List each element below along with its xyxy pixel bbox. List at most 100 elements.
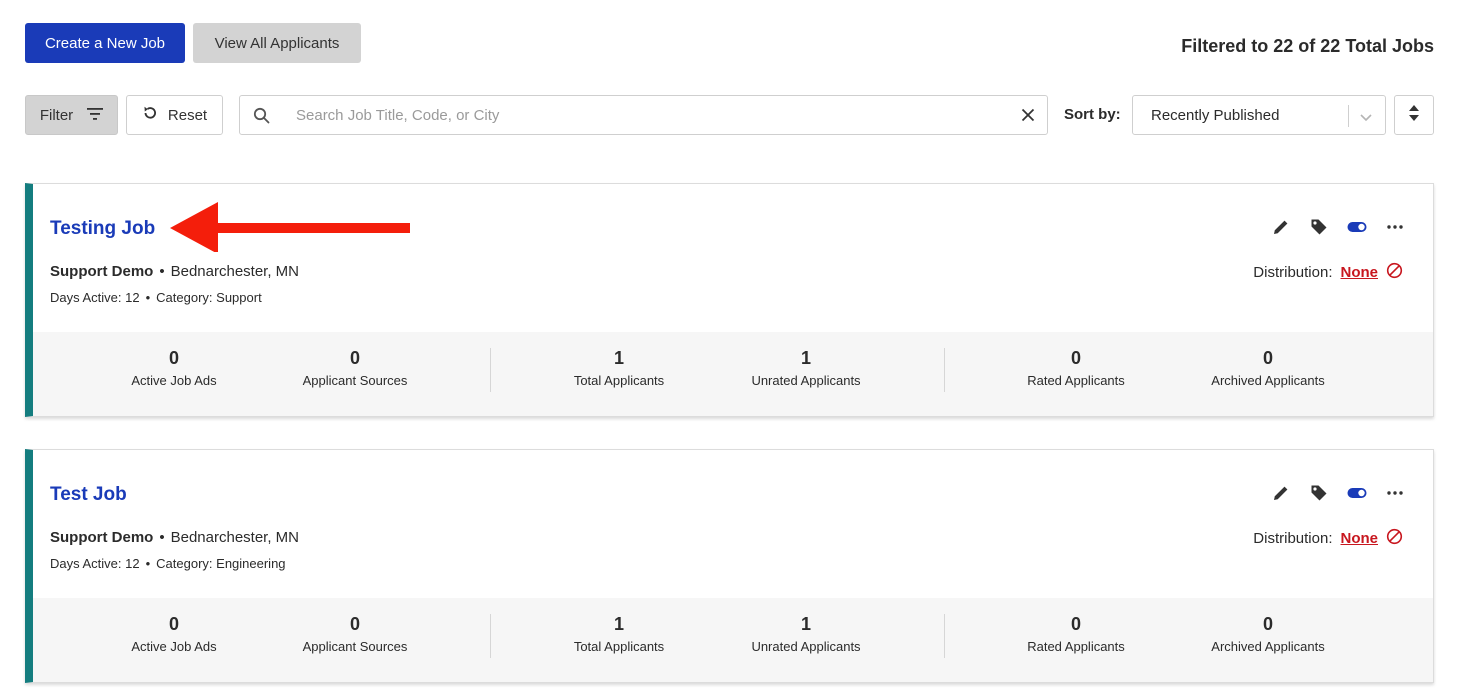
- job-stats-bar: 0 Active Job Ads 0 Applicant Sources 1 Tota…: [33, 332, 1433, 416]
- sort-by-label: Sort by:: [1064, 106, 1121, 123]
- stat-applicant-sources[interactable]: 0 Applicant Sources: [303, 614, 408, 654]
- reset-button[interactable]: Reset: [126, 95, 223, 135]
- stat-active-job-ads[interactable]: 0 Active Job Ads: [131, 614, 216, 654]
- stat-label: Applicant Sources: [302, 373, 408, 388]
- total-jobs-count: Filtered to 22 of 22 Total Jobs: [1181, 36, 1434, 56]
- job-category: Category: Support: [156, 290, 262, 305]
- job-category: Category: Engineering: [156, 556, 286, 571]
- stat-label: Applicant Sources: [302, 639, 408, 654]
- stat-label: Total Applicants: [573, 639, 665, 654]
- distribution-status: Distribution: None: [1253, 262, 1403, 283]
- stat-value: 0: [349, 348, 360, 368]
- job-location: Bednarchester, MN: [170, 263, 300, 280]
- search-input[interactable]: [296, 96, 996, 134]
- stat-value: 1: [613, 348, 624, 368]
- job-title-link[interactable]: Test Job: [50, 484, 127, 506]
- stat-value: 1: [800, 614, 811, 634]
- stat-label: Active Job Ads: [131, 373, 217, 388]
- edit-icon[interactable]: [1271, 483, 1291, 503]
- stats-divider: [944, 614, 945, 658]
- search-icon: [253, 107, 270, 129]
- stat-value: 0: [349, 614, 360, 634]
- card-actions: [1271, 483, 1405, 503]
- stat-unrated-applicants[interactable]: 1 Unrated Applicants: [751, 614, 860, 654]
- stat-archived-applicants[interactable]: 0 Archived Applicants: [1211, 614, 1324, 654]
- filter-label: Filter: [39, 106, 74, 124]
- stat-value: 0: [1070, 614, 1082, 634]
- select-divider: [1348, 105, 1349, 127]
- search-box: [239, 95, 1048, 135]
- job-company-location: Support Demo • Bednarchester, MN: [50, 529, 299, 546]
- job-days-active: Days Active: 12: [50, 290, 140, 305]
- distribution-label: Distribution:: [1253, 264, 1333, 281]
- stat-label: Unrated Applicants: [751, 639, 861, 654]
- stat-rated-applicants[interactable]: 0 Rated Applicants: [1027, 348, 1125, 388]
- sort-order-button[interactable]: [1394, 95, 1434, 135]
- stats-divider: [490, 348, 491, 392]
- tag-icon[interactable]: [1309, 483, 1329, 503]
- more-icon[interactable]: [1385, 483, 1405, 503]
- stat-applicant-sources[interactable]: 0 Applicant Sources: [303, 348, 408, 388]
- stat-value: 0: [1262, 614, 1274, 634]
- reset-label: Reset: [167, 106, 208, 124]
- stat-label: Archived Applicants: [1211, 373, 1325, 388]
- job-company: Support Demo: [50, 529, 154, 546]
- chevron-down-icon: [1359, 110, 1373, 128]
- job-days-active: Days Active: 12: [50, 556, 140, 571]
- stat-total-applicants[interactable]: 1 Total Applicants: [574, 348, 664, 388]
- separator-dot: •: [159, 529, 165, 546]
- stat-label: Rated Applicants: [1027, 639, 1125, 654]
- separator-dot: •: [159, 263, 165, 280]
- stat-archived-applicants[interactable]: 0 Archived Applicants: [1211, 348, 1324, 388]
- stats-divider: [944, 348, 945, 392]
- stat-value: 0: [1070, 348, 1082, 368]
- distribution-label: Distribution:: [1253, 530, 1333, 547]
- separator-dot: •: [145, 290, 151, 305]
- distribution-status: Distribution: None: [1253, 528, 1403, 549]
- create-new-job-button[interactable]: Create a New Job: [25, 23, 185, 63]
- stat-value: 0: [1262, 348, 1274, 368]
- stat-value: 1: [800, 348, 811, 368]
- sort-select[interactable]: Recently Published: [1132, 95, 1386, 135]
- stats-divider: [490, 614, 491, 658]
- job-company-location: Support Demo • Bednarchester, MN: [50, 263, 299, 280]
- filter-button[interactable]: Filter: [25, 95, 118, 135]
- stat-label: Total Applicants: [573, 373, 665, 388]
- stat-value: 0: [168, 614, 179, 634]
- reset-icon: [142, 105, 158, 125]
- annotation-arrow: [170, 202, 410, 252]
- none-circle-icon: [1386, 262, 1403, 283]
- job-company: Support Demo: [50, 263, 154, 280]
- toggle-icon[interactable]: [1347, 483, 1367, 503]
- filter-icon: [87, 107, 104, 124]
- stat-label: Rated Applicants: [1027, 373, 1125, 388]
- card-actions: [1271, 217, 1405, 237]
- job-title-link[interactable]: Testing Job: [50, 218, 155, 240]
- none-circle-icon: [1386, 528, 1403, 549]
- stat-label: Archived Applicants: [1211, 639, 1325, 654]
- edit-icon[interactable]: [1271, 217, 1291, 237]
- stat-unrated-applicants[interactable]: 1 Unrated Applicants: [751, 348, 860, 388]
- separator-dot: •: [145, 556, 151, 571]
- distribution-none-link[interactable]: None: [1341, 264, 1379, 281]
- toggle-icon[interactable]: [1347, 217, 1367, 237]
- distribution-none-link[interactable]: None: [1341, 530, 1379, 547]
- stat-total-applicants[interactable]: 1 Total Applicants: [574, 614, 664, 654]
- clear-icon[interactable]: [1021, 108, 1035, 127]
- sort-selected-value: Recently Published: [1151, 107, 1280, 124]
- job-card: Test Job Support Demo • Bednarchester, MN …: [25, 449, 1434, 683]
- job-details: Days Active: 12 • Category: Engineering: [50, 556, 286, 571]
- tag-icon[interactable]: [1309, 217, 1329, 237]
- stat-label: Active Job Ads: [131, 639, 217, 654]
- job-location: Bednarchester, MN: [170, 529, 300, 546]
- stat-rated-applicants[interactable]: 0 Rated Applicants: [1027, 614, 1125, 654]
- job-details: Days Active: 12 • Category: Support: [50, 290, 262, 305]
- stat-value: 1: [613, 614, 624, 634]
- sort-order-icon: [1408, 104, 1420, 127]
- more-icon[interactable]: [1385, 217, 1405, 237]
- stat-active-job-ads[interactable]: 0 Active Job Ads: [131, 348, 216, 388]
- view-all-applicants-button[interactable]: View All Applicants: [193, 23, 361, 63]
- stat-label: Unrated Applicants: [751, 373, 861, 388]
- job-stats-bar: 0 Active Job Ads 0 Applicant Sources 1 Tota…: [33, 598, 1433, 682]
- stat-value: 0: [168, 348, 179, 368]
